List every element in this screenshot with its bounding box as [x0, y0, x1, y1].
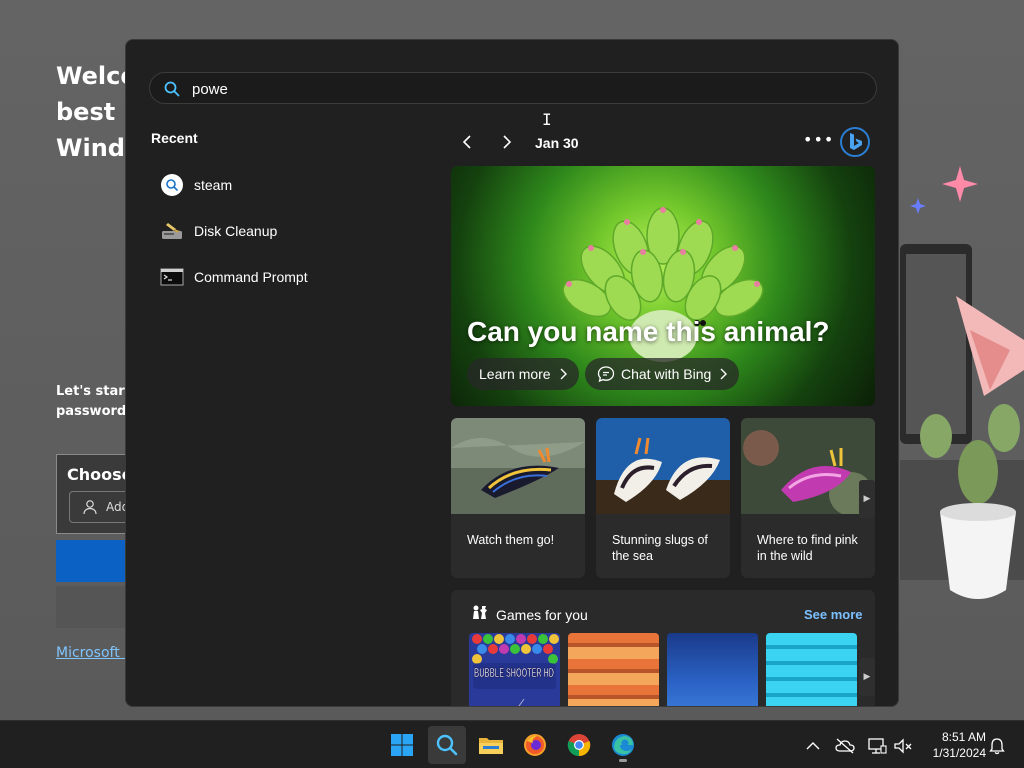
show-hidden-icons-button[interactable] [802, 735, 824, 757]
clock-time: 8:51 AM [941, 730, 986, 744]
games-scroll-right-button[interactable]: ▶ [859, 658, 875, 696]
bell-icon [989, 738, 1005, 755]
story-thumbnail [451, 418, 585, 514]
hero-title: Can you name this animal? [467, 316, 830, 347]
chat-with-bing-label: Chat with Bing [621, 366, 712, 382]
recent-item-disk-cleanup[interactable]: Disk Cleanup [151, 208, 421, 254]
recent-item-command-prompt[interactable]: Command Prompt [151, 254, 421, 300]
onedrive-button[interactable] [834, 735, 856, 757]
chevron-right-icon [503, 135, 512, 149]
edge-button[interactable] [604, 726, 642, 764]
bing-icon [840, 127, 870, 157]
game-tile[interactable] [766, 633, 857, 706]
search-icon [436, 734, 458, 756]
disk-cleanup-icon [160, 219, 184, 243]
running-indicator [619, 759, 627, 762]
hero-card[interactable]: Can you name this animal? Learn more Cha… [451, 166, 875, 406]
story-thumbnail [596, 418, 730, 514]
volume-muted-icon [894, 738, 912, 754]
person-icon [83, 500, 97, 515]
clock[interactable]: 8:51 AM 1/31/2024 [918, 729, 986, 761]
learn-more-button[interactable]: Learn more [467, 358, 579, 390]
game-tile-bubble-shooter[interactable]: BUBBLE SHOOTER HD [469, 633, 560, 706]
date-navigation: Jan 30 ••• [451, 126, 875, 158]
decorative-illustration [900, 166, 1024, 599]
text-cursor: I [542, 110, 552, 129]
clock-date: 1/31/2024 [932, 746, 986, 760]
notifications-button[interactable] [986, 735, 1008, 757]
chrome-icon [567, 734, 591, 757]
start-button[interactable] [383, 726, 421, 764]
chat-with-bing-button[interactable]: Chat with Bing [585, 358, 740, 390]
search-icon [160, 173, 184, 197]
network-icon [868, 738, 887, 754]
story-caption: Where to find pink in the wild [757, 533, 858, 563]
story-thumbnail [741, 418, 875, 516]
network-button[interactable] [866, 735, 888, 757]
recent-item-label: steam [194, 177, 233, 193]
firefox-button[interactable] [516, 726, 554, 764]
firefox-icon [524, 734, 546, 756]
recent-list: steam Disk Cleanup Command Prompt [151, 162, 421, 300]
file-explorer-button[interactable] [472, 726, 510, 764]
primary-button[interactable] [56, 540, 136, 582]
learn-more-label: Learn more [479, 366, 551, 382]
edge-icon [612, 734, 634, 756]
chevron-up-icon [806, 742, 820, 750]
search-input[interactable] [192, 78, 852, 100]
chevron-right-icon [560, 368, 567, 380]
microsoft-privacy-link[interactable]: Microsoft P [56, 645, 133, 661]
story-caption: Watch them go! [467, 533, 555, 547]
chevron-left-icon [462, 135, 471, 149]
cards-scroll-right-button[interactable]: ▶ [859, 480, 875, 518]
next-button[interactable] [495, 130, 519, 154]
chess-pieces-icon [473, 605, 487, 619]
date-label: Jan 30 [535, 135, 579, 151]
game-tile[interactable] [667, 633, 758, 706]
recent-title: Recent [151, 130, 198, 146]
chevron-right-icon [720, 368, 728, 380]
recent-item-steam[interactable]: steam [151, 162, 421, 208]
recent-item-label: Disk Cleanup [194, 223, 278, 239]
story-card[interactable]: Where to find pink in the wild [741, 418, 875, 578]
search-icon [164, 81, 180, 97]
chrome-button[interactable] [560, 726, 598, 764]
file-explorer-icon [479, 738, 503, 754]
command-prompt-icon [160, 265, 184, 289]
games-title: Games for you [496, 607, 588, 623]
onedrive-offline-icon [835, 738, 855, 754]
volume-button[interactable] [892, 735, 914, 757]
story-cards: Watch them go! Stunning slugs of the sea [451, 418, 875, 578]
start-icon [391, 734, 413, 756]
choose-card: Choose Add [56, 454, 139, 534]
more-options-button[interactable]: ••• [803, 130, 833, 154]
previous-button[interactable] [455, 130, 479, 154]
secondary-button[interactable] [56, 586, 136, 628]
story-card[interactable]: Watch them go! [451, 418, 585, 578]
game-tile[interactable] [568, 633, 659, 706]
taskbar: 8:51 AM 1/31/2024 [0, 720, 1024, 768]
search-flyout: Recent steam Disk Cleanup Command Prompt [125, 39, 899, 707]
bubble-shooter-title: BUBBLE SHOOTER HD [474, 665, 554, 680]
search-box[interactable] [149, 72, 877, 104]
story-caption: Stunning slugs of the sea [612, 533, 708, 563]
choose-card-title: Choose [67, 465, 133, 484]
games-section: Games for you See more BUBBLE SHOOTER HD… [451, 590, 875, 706]
see-more-link[interactable]: See more [804, 607, 863, 622]
bubble-shooter-thumbnail: BUBBLE SHOOTER HD [469, 633, 560, 706]
chat-icon [597, 366, 615, 383]
recent-item-label: Command Prompt [194, 269, 308, 285]
taskbar-search-button[interactable] [428, 726, 466, 764]
story-card[interactable]: Stunning slugs of the sea [596, 418, 730, 578]
bing-button[interactable] [839, 126, 871, 158]
